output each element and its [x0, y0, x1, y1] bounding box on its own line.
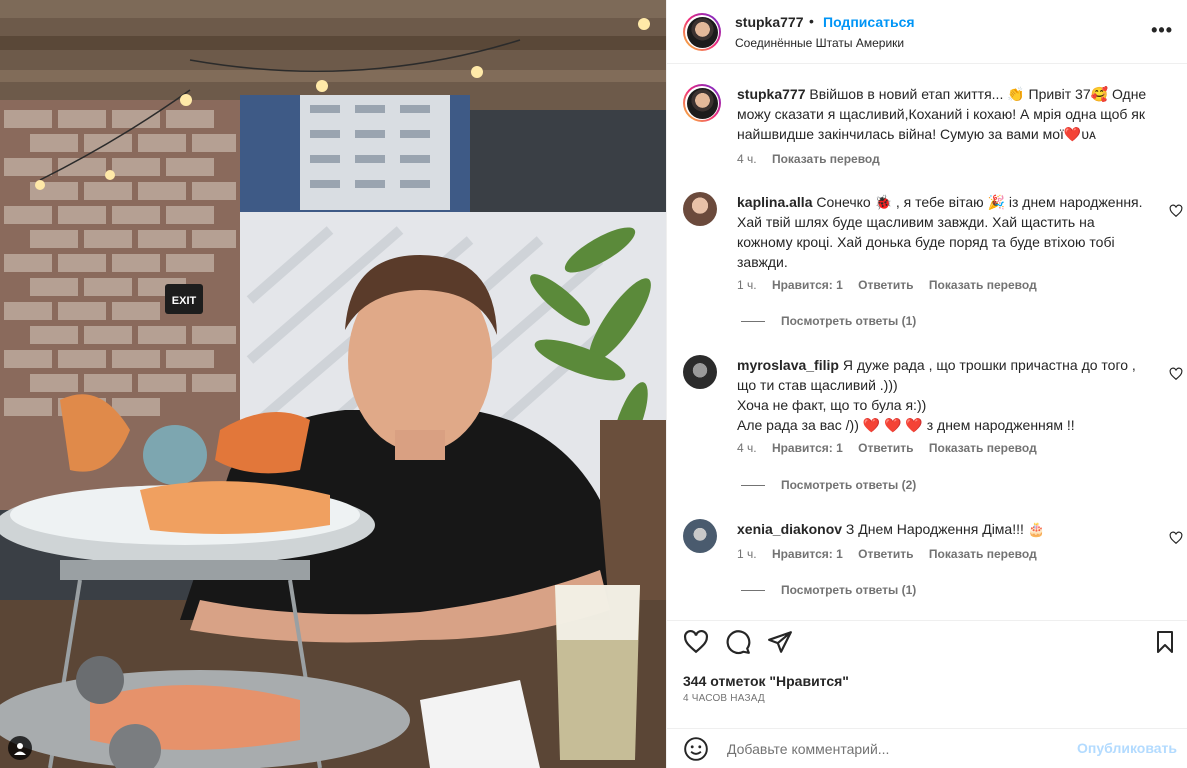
comment-like-heart-icon[interactable]	[1169, 531, 1183, 545]
comment-text: kaplina.alla Сонечко 🐞 , я тебе вітаю 🎉 …	[737, 194, 1143, 270]
svg-text:EXIT: EXIT	[172, 295, 197, 307]
comment-like-heart-icon[interactable]	[1169, 367, 1183, 381]
comment-translate-button[interactable]: Показать перевод	[929, 547, 1037, 561]
view-replies-button[interactable]: Посмотреть ответы (1)	[721, 314, 916, 328]
post-image: EXIT	[0, 0, 666, 768]
author-avatar[interactable]	[683, 13, 721, 51]
comment-text: myroslava_filip Я дуже рада , що трошки …	[737, 357, 1136, 433]
comment-likes-count[interactable]: Нравится: 1	[772, 547, 843, 561]
user-tag-icon[interactable]	[8, 736, 32, 760]
comment-time[interactable]: 4 ч.	[737, 441, 757, 455]
comment-meta: 1 ч. Нравится: 1 Ответить Показать перев…	[737, 278, 1049, 292]
follow-button[interactable]: Подписаться	[823, 14, 915, 30]
caption-username[interactable]: stupka777	[737, 86, 805, 102]
more-options-icon[interactable]: •••	[1151, 20, 1173, 40]
commenter-username[interactable]: kaplina.alla	[737, 194, 812, 210]
view-replies-button[interactable]: Посмотреть ответы (2)	[721, 478, 916, 492]
caption-time[interactable]: 4 ч.	[737, 152, 757, 166]
heart-icon[interactable]	[683, 629, 709, 655]
post-sidebar: stupka777 • Подписаться Соединённые Штат…	[666, 0, 1187, 768]
post-time-ago[interactable]: 4 ЧАСОВ НАЗАД	[683, 693, 765, 704]
commenter-avatar[interactable]	[683, 355, 717, 389]
commenter-username[interactable]: xenia_diakonov	[737, 521, 842, 537]
smiley-icon[interactable]	[683, 736, 709, 762]
caption-avatar[interactable]	[683, 84, 721, 122]
comment-text: xenia_diakonov З Днем Народження Діма!!!…	[737, 521, 1046, 537]
comment-meta: 4 ч. Нравится: 1 Ответить Показать перев…	[737, 441, 1049, 455]
post-photo[interactable]: EXIT	[0, 0, 666, 768]
comment-bubble-icon[interactable]	[725, 629, 751, 655]
separator-dot: •	[809, 13, 814, 29]
bookmark-icon[interactable]	[1153, 629, 1177, 655]
comment-reply-button[interactable]: Ответить	[858, 278, 913, 292]
paper-plane-icon[interactable]	[767, 629, 793, 655]
publish-button[interactable]: Опубликовать	[1077, 740, 1177, 756]
author-username[interactable]: stupka777	[735, 14, 803, 30]
comment-time[interactable]: 1 ч.	[737, 547, 757, 561]
comments-list[interactable]: stupka777 Ввійшов в новий етап життя... …	[667, 64, 1187, 620]
caption-text: stupka777 Ввійшов в новий етап життя... …	[737, 86, 1147, 142]
comment-meta: 1 ч. Нравится: 1 Ответить Показать перев…	[737, 547, 1049, 561]
comment-reply-button[interactable]: Ответить	[858, 547, 913, 561]
comment-translate-button[interactable]: Показать перевод	[929, 441, 1037, 455]
commenter-avatar[interactable]	[683, 192, 717, 226]
add-comment-bar: Опубликовать	[667, 728, 1187, 768]
commenter-username[interactable]: myroslava_filip	[737, 357, 839, 373]
likes-count[interactable]: 344 отметок "Нравится"	[683, 673, 849, 689]
caption-meta: 4 ч. Показать перевод	[737, 152, 892, 166]
caption-translate-button[interactable]: Показать перевод	[772, 152, 880, 166]
comment-time[interactable]: 1 ч.	[737, 278, 757, 292]
comment-reply-button[interactable]: Ответить	[858, 441, 913, 455]
view-replies-button[interactable]: Посмотреть ответы (1)	[721, 583, 916, 597]
commenter-avatar[interactable]	[683, 519, 717, 553]
comment-likes-count[interactable]: Нравится: 1	[772, 278, 843, 292]
comment-likes-count[interactable]: Нравится: 1	[772, 441, 843, 455]
comment-like-heart-icon[interactable]	[1169, 204, 1183, 218]
comment-translate-button[interactable]: Показать перевод	[929, 278, 1037, 292]
post-location[interactable]: Соединённые Штаты Америки	[735, 36, 904, 50]
comment-input[interactable]	[725, 737, 1069, 761]
post-actions: 344 отметок "Нравится" 4 ЧАСОВ НАЗАД	[667, 620, 1187, 728]
post-header: stupka777 • Подписаться Соединённые Штат…	[667, 0, 1187, 64]
